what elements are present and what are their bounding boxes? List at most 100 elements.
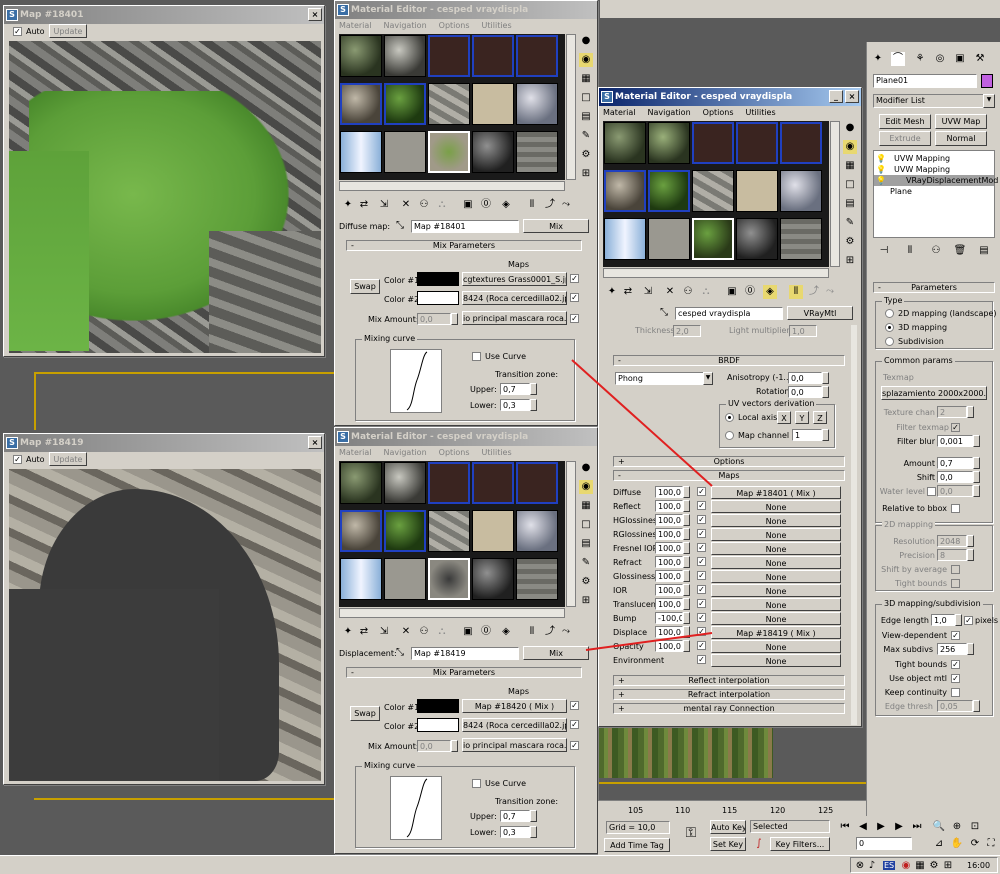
time-ruler: 105 110 115 120 125 [598, 800, 866, 816]
edge-thresh-spinner[interactable] [973, 700, 980, 712]
field-of-view-icon[interactable]: ⊿ [932, 837, 946, 851]
light-bulb-icon[interactable]: 💡 [876, 164, 886, 175]
object-name-field[interactable]: Plane01 [873, 74, 977, 88]
precision-field[interactable]: 8 [937, 549, 967, 561]
key-mode-icon[interactable]: ∫ [752, 837, 766, 851]
prev-frame-icon[interactable]: ◀ [856, 820, 870, 834]
type-subdivision-radio[interactable] [885, 337, 894, 346]
texture-chan-spinner[interactable] [967, 406, 974, 418]
diffuse-link-line [571, 359, 713, 487]
texmap-button[interactable]: splazamiento 2000x2000.jpg) [881, 386, 987, 400]
auto-key-button[interactable]: Auto Key [710, 820, 746, 834]
resolution-spinner[interactable] [967, 535, 974, 547]
parameters-rollup[interactable]: - Parameters [873, 282, 995, 293]
show-end-result-icon[interactable]: ⫴ [903, 244, 917, 258]
zoom-all-icon[interactable]: ⊕ [950, 820, 964, 834]
language-indicator[interactable]: ES [883, 861, 896, 870]
shift-field[interactable]: 0,0 [937, 471, 973, 483]
max-subdivs-field[interactable]: 256 [937, 643, 967, 655]
modifier-list-arrow[interactable]: ▼ [983, 94, 995, 108]
current-frame-field[interactable]: 0 [856, 837, 912, 850]
amount-spinner[interactable] [973, 457, 980, 469]
water-level-field[interactable]: 0,0 [937, 485, 973, 497]
stack-item[interactable]: Plane [874, 186, 994, 197]
water-level-spinner[interactable] [973, 485, 980, 497]
tight-bounds-checkbox[interactable]: ✓ [951, 660, 960, 669]
go-to-start-icon[interactable]: ⏮ [838, 820, 852, 834]
edge-thresh-field[interactable]: 0,05 [937, 700, 973, 712]
type-2d-label: 2D mapping (landscape) [898, 309, 997, 318]
tight-bounds-2d-checkbox[interactable] [951, 579, 960, 588]
filter-blur-spinner[interactable] [973, 435, 980, 447]
type-2d-radio[interactable] [885, 309, 894, 318]
modifier-list-select[interactable]: Modifier List [873, 94, 995, 108]
view-dependent-checkbox[interactable]: ✓ [951, 631, 960, 640]
remove-modifier-icon[interactable]: 🗑 [953, 244, 967, 258]
filter-blur-field[interactable]: 0,001 [937, 435, 973, 447]
stack-item-selected[interactable]: 💡 VRayDisplacementMod [874, 175, 998, 186]
key-icon[interactable]: ⚿ [684, 826, 698, 840]
uvw-map-button[interactable]: UVW Map [935, 114, 987, 129]
stack-item[interactable]: 💡 UVW Mapping [874, 164, 994, 175]
configure-sets-icon[interactable]: ▤ [977, 244, 991, 258]
precision-spinner[interactable] [967, 549, 974, 561]
edit-mesh-button[interactable]: Edit Mesh [879, 114, 931, 129]
shift-label: Shift [916, 473, 935, 482]
volume-icon[interactable]: ♪ [865, 859, 879, 873]
max-subdivs-spinner[interactable] [967, 643, 974, 655]
pixels-label: pixels [975, 616, 999, 625]
extrude-button[interactable]: Extrude [879, 131, 931, 146]
stack-item-label: UVW Mapping [894, 154, 951, 163]
go-to-end-icon[interactable]: ⏭ [910, 820, 924, 834]
antivirus-icon[interactable]: ◉ [899, 859, 913, 873]
key-filters-button[interactable]: Key Filters... [770, 837, 830, 851]
normal-button[interactable]: Normal [935, 131, 987, 146]
play-icon[interactable]: ▶ [874, 820, 888, 834]
add-time-tag-button[interactable]: Add Time Tag [604, 838, 670, 852]
resolution-field[interactable]: 2048 [937, 535, 967, 547]
relative-bbox-checkbox[interactable] [951, 504, 960, 513]
water-level-label: Water level [879, 487, 925, 496]
orbit-icon[interactable]: ⟳ [968, 837, 982, 851]
relative-bbox-label: Relative to bbox [882, 504, 947, 513]
use-object-mtl-checkbox[interactable]: ✓ [951, 674, 960, 683]
hierarchy-tab-icon[interactable]: ⚘ [913, 52, 927, 66]
pixels-checkbox[interactable]: ✓ [964, 616, 973, 625]
shift-spinner[interactable] [973, 471, 980, 483]
displace-link-line [585, 632, 713, 651]
tray-icon[interactable]: ⊞ [941, 859, 955, 873]
zoom-extents-icon[interactable]: ⊡ [968, 820, 982, 834]
selected-select[interactable]: Selected [750, 820, 830, 833]
make-unique-icon[interactable]: ⚇ [929, 244, 943, 258]
light-bulb-icon[interactable]: 💡 [876, 153, 886, 164]
set-key-button[interactable]: Set Key [710, 837, 746, 851]
tray-icon[interactable]: ⚙ [927, 859, 941, 873]
next-frame-icon[interactable]: ▶ [892, 820, 906, 834]
amount-field[interactable]: 0,7 [937, 457, 973, 469]
edge-length-field[interactable]: 1,0 [931, 614, 955, 626]
texture-chan-field[interactable]: 2 [937, 406, 967, 418]
zoom-icon[interactable]: 🔍 [932, 820, 946, 834]
type-3d-radio[interactable] [885, 323, 894, 332]
shift-average-checkbox[interactable] [951, 565, 960, 574]
tight-bounds-2d-label: Tight bounds [894, 579, 947, 588]
display-tab-icon[interactable]: ▣ [953, 52, 967, 66]
keep-continuity-checkbox[interactable] [951, 688, 960, 697]
pin-stack-icon[interactable]: ⊣ [877, 244, 891, 258]
edge-length-spinner[interactable] [955, 614, 962, 626]
group-label: Type [882, 296, 905, 305]
create-tab-icon[interactable]: ✦ [871, 52, 885, 66]
filter-texmap-checkbox[interactable]: ✓ [951, 423, 960, 432]
utilities-tab-icon[interactable]: ⚒ [973, 52, 987, 66]
motion-tab-icon[interactable]: ◎ [933, 52, 947, 66]
light-bulb-icon[interactable]: 💡 [876, 175, 886, 186]
modify-tab-icon[interactable]: ⌒ [891, 52, 905, 66]
object-color-swatch[interactable] [981, 74, 993, 88]
stack-item-label: VRayDisplacementMod [906, 176, 999, 185]
tray-icon[interactable]: ▦ [913, 859, 927, 873]
water-level-checkbox[interactable] [927, 487, 936, 496]
stack-item[interactable]: 💡 UVW Mapping [874, 153, 994, 164]
maximize-viewport-icon[interactable]: ⛶ [984, 837, 998, 851]
stack-item-label: UVW Mapping [894, 165, 951, 174]
pan-icon[interactable]: ✋ [950, 837, 964, 851]
